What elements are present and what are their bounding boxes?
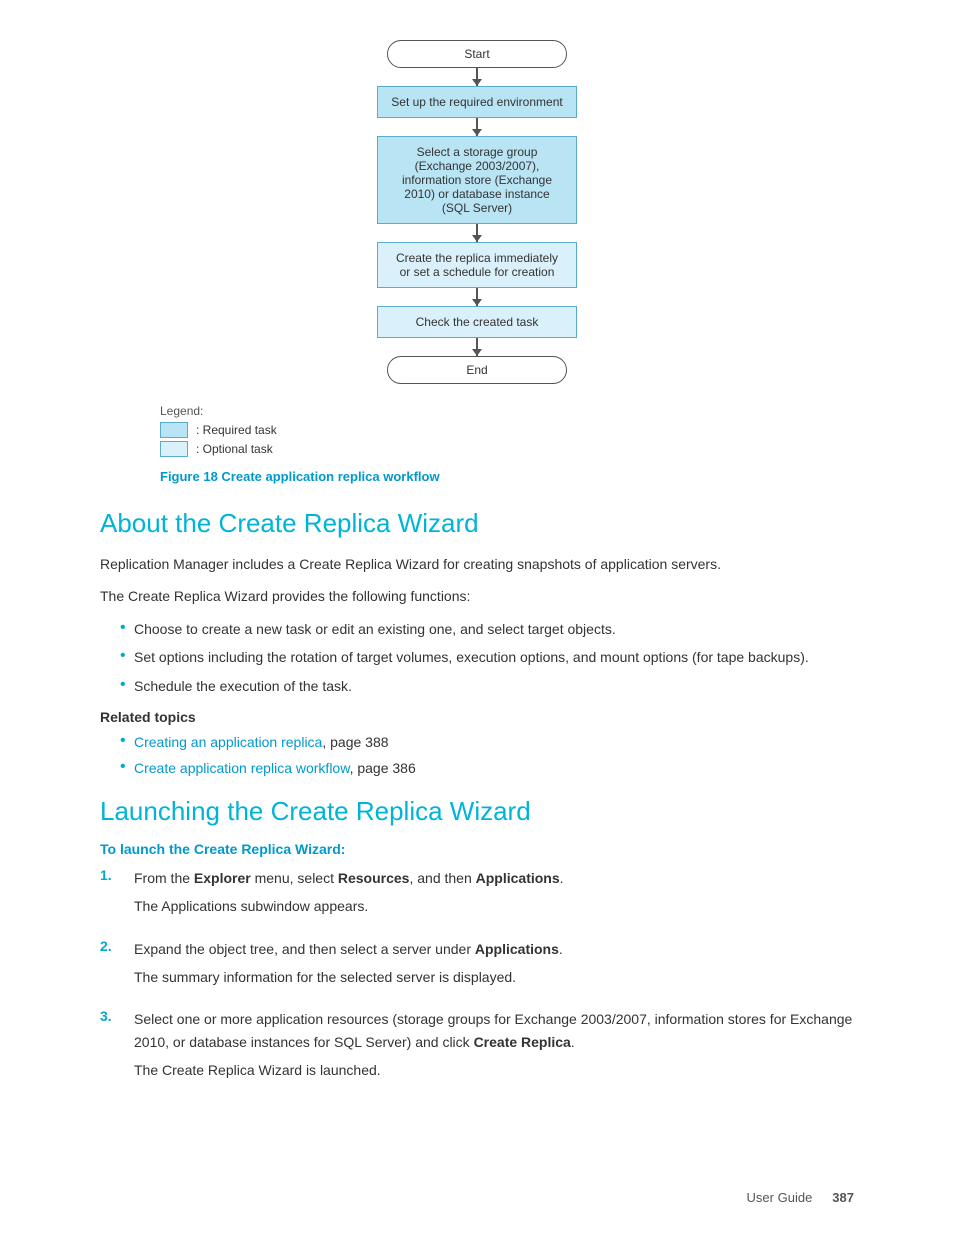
flow-node-end: End [387,356,567,384]
about-intro1: Replication Manager includes a Create Re… [100,553,854,575]
flow-arrow-1 [476,68,478,86]
flowchart: Start Set up the required environment Se… [100,40,854,384]
step-1-number: 1. [100,867,120,883]
legend-title: Legend: [160,404,854,418]
flow-node-create: Create the replica immediately or set a … [377,242,577,288]
legend-required-label: : Required task [196,423,277,437]
legend-optional-item: : Optional task [160,441,854,457]
steps-list: 1. From the Explorer menu, select Resour… [100,867,854,1088]
legend-required-item: : Required task [160,422,854,438]
footer-label: User Guide [747,1190,813,1205]
legend: Legend: : Required task : Optional task [160,404,854,457]
legend-required-box [160,422,188,438]
step-2-number: 2. [100,938,120,954]
flow-arrow-4 [476,288,478,306]
legend-optional-box [160,441,188,457]
related-topics-label: Related topics [100,709,854,725]
flow-arrow-5 [476,338,478,356]
step-3-note: The Create Replica Wizard is launched. [134,1059,854,1081]
about-bullet-1: Choose to create a new task or edit an e… [120,618,854,640]
page-footer: User Guide 387 [747,1190,854,1205]
step-2-main: Expand the object tree, and then select … [134,938,854,960]
step-3-content: Select one or more application resources… [134,1008,854,1087]
step-1: 1. From the Explorer menu, select Resour… [100,867,854,924]
flow-arrow-3 [476,224,478,242]
related-links-list: Creating an application replica, page 38… [120,731,854,780]
flow-node-select: Select a storage group (Exchange 2003/20… [377,136,577,224]
figure-caption: Figure 18 Create application replica wor… [160,469,854,484]
flow-node-setup: Set up the required environment [377,86,577,118]
about-heading: About the Create Replica Wizard [100,508,854,539]
flow-node-start: Start [387,40,567,68]
launching-heading: Launching the Create Replica Wizard [100,796,854,827]
about-bullet-3: Schedule the execution of the task. [120,675,854,697]
related-link-2: Create application replica workflow, pag… [120,757,854,779]
step-3-main: Select one or more application resources… [134,1008,854,1053]
step-2-content: Expand the object tree, and then select … [134,938,854,995]
step-3-number: 3. [100,1008,120,1024]
related-link-1-text[interactable]: Creating an application replica [134,734,322,750]
step-1-main: From the Explorer menu, select Resources… [134,867,854,889]
related-link-1: Creating an application replica, page 38… [120,731,854,753]
step-1-note: The Applications subwindow appears. [134,895,854,917]
step-2: 2. Expand the object tree, and then sele… [100,938,854,995]
related-link-2-text[interactable]: Create application replica workflow [134,760,350,776]
about-intro2: The Create Replica Wizard provides the f… [100,585,854,607]
related-link-2-suffix: , page 386 [350,760,416,776]
launching-sub-heading: To launch the Create Replica Wizard: [100,841,854,857]
footer-page-number: 387 [832,1190,854,1205]
legend-optional-label: : Optional task [196,442,273,456]
flow-arrow-2 [476,118,478,136]
step-2-note: The summary information for the selected… [134,966,854,988]
flow-node-check: Check the created task [377,306,577,338]
about-bullets-list: Choose to create a new task or edit an e… [120,618,854,697]
about-bullet-2: Set options including the rotation of ta… [120,646,854,668]
step-3: 3. Select one or more application resour… [100,1008,854,1087]
step-1-content: From the Explorer menu, select Resources… [134,867,854,924]
related-link-1-suffix: , page 388 [322,734,388,750]
